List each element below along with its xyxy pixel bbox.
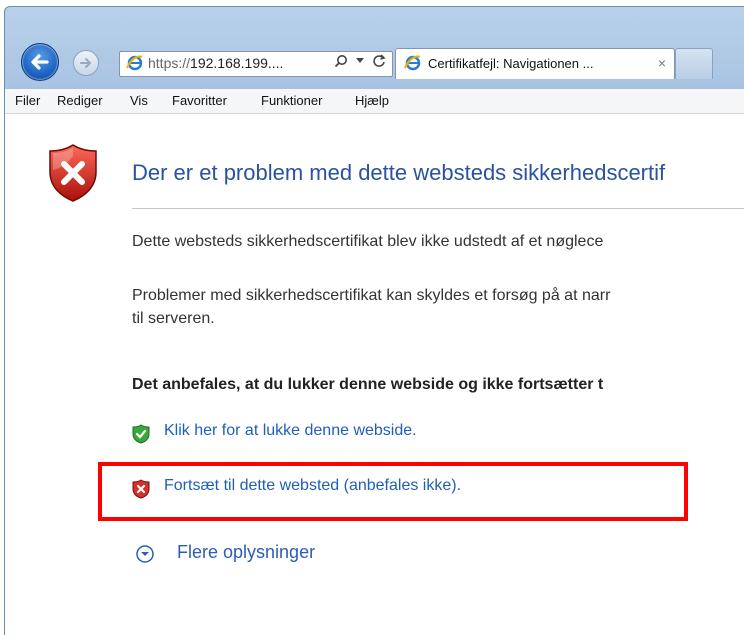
dropdown-arrow-icon[interactable]: [356, 58, 364, 64]
more-info-text[interactable]: Flere oplysninger: [177, 542, 315, 563]
address-text[interactable]: https://192.168.199....: [148, 55, 283, 71]
navigation-bar: https://192.168.199.... Certifikatfejl: …: [5, 7, 744, 89]
recommendation-text: Det anbefales, at du lukker denne websid…: [132, 376, 604, 393]
menu-item-favoritter[interactable]: Favoritter: [172, 93, 227, 108]
search-icon[interactable]: [334, 54, 348, 68]
menu-item-vis[interactable]: Vis: [130, 93, 148, 108]
address-protocol: https://: [148, 55, 191, 71]
highlight-box: [98, 462, 688, 521]
certificate-problem-text-line2: til serveren.: [132, 310, 215, 327]
menu-item-filer[interactable]: Filer: [15, 93, 40, 108]
back-icon: [31, 54, 49, 70]
back-button[interactable]: [21, 43, 59, 81]
browser-window: https://192.168.199.... Certifikatfejl: …: [4, 6, 744, 635]
green-shield-icon: [132, 424, 150, 444]
ie-logo-icon: [126, 55, 143, 71]
menu-item-rediger[interactable]: Rediger: [57, 93, 103, 108]
new-tab-button[interactable]: [675, 48, 713, 79]
menu-bar: Filer Rediger Vis Favoritter Funktioner …: [5, 89, 744, 114]
forward-icon: [80, 58, 91, 68]
certificate-issuer-text: Dette websteds sikkerhedscertifikat blev…: [132, 233, 604, 250]
address-bar[interactable]: https://192.168.199....: [119, 51, 393, 77]
tab-title: Certifikatfejl: Navigationen ...: [428, 56, 594, 71]
page-content: Der er et problem med dette websteds sik…: [5, 114, 744, 635]
forward-button[interactable]: [73, 50, 99, 76]
page-title: Der er et problem med dette websteds sik…: [132, 160, 666, 185]
tab-close-button[interactable]: ×: [658, 55, 666, 71]
tab-certificate-error[interactable]: Certifikatfejl: Navigationen ... ×: [395, 48, 675, 79]
ie-logo-icon: [404, 55, 421, 71]
menu-item-hjaelp[interactable]: Hjælp: [355, 93, 389, 108]
close-webpage-link-text[interactable]: Klik her for at lukke denne webside.: [164, 422, 417, 440]
divider: [132, 208, 744, 209]
menu-item-funktioner[interactable]: Funktioner: [261, 93, 322, 108]
address-host: 192.168.199....: [190, 55, 284, 71]
expand-chevron-icon: [136, 545, 154, 563]
certificate-problem-text-line1: Problemer med sikkerhedscertifikat kan s…: [132, 287, 611, 304]
error-shield-icon: [49, 144, 97, 202]
refresh-icon[interactable]: [372, 54, 386, 68]
